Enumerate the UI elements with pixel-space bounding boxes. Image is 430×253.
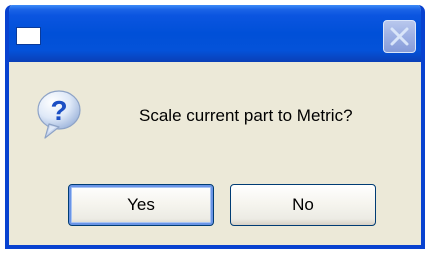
dialog-body: ? Scale current part to Metric? Yes No: [9, 62, 421, 245]
question-icon: ?: [37, 90, 81, 139]
svg-text:?: ?: [50, 95, 67, 126]
dialog-message: Scale current part to Metric?: [139, 106, 353, 125]
no-button[interactable]: No: [230, 184, 376, 226]
window-icon: [16, 27, 41, 45]
message-dialog: ? Scale current part to Metric? Yes No: [5, 5, 425, 249]
yes-button[interactable]: Yes: [68, 184, 214, 226]
close-button[interactable]: [383, 20, 416, 53]
close-icon: [390, 27, 409, 46]
page: ? Scale current part to Metric? Yes No: [0, 0, 430, 253]
title-bar[interactable]: [9, 5, 421, 62]
